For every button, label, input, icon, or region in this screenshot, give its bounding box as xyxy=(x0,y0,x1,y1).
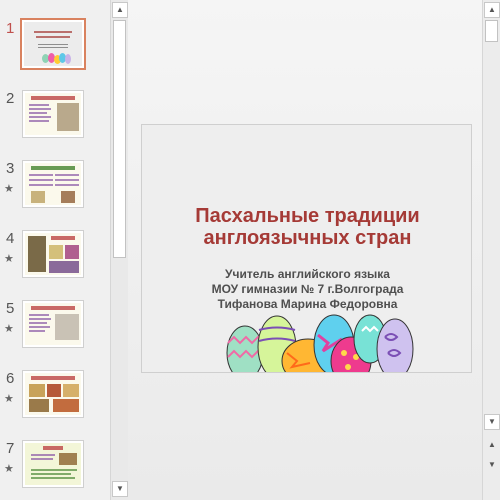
slide-thumbnail-preview[interactable] xyxy=(22,160,84,208)
slide-thumbnail-6[interactable]: 6 ★ xyxy=(0,370,110,426)
star-icon: ★ xyxy=(4,323,14,335)
editor-scrollbar[interactable]: ▲ ▼ ▲ ▼ xyxy=(482,0,500,500)
next-slide-button[interactable]: ▼ xyxy=(484,458,500,474)
slide-number: 5 xyxy=(6,300,15,317)
slide-thumbnail-2[interactable]: 2 xyxy=(0,90,110,146)
easter-eggs-illustration xyxy=(226,314,414,372)
star-icon: ★ xyxy=(4,253,14,265)
slide-thumbnail-3[interactable]: 3 ★ xyxy=(0,160,110,216)
slide-number: 3 xyxy=(6,160,15,177)
slide-thumbnail-preview[interactable] xyxy=(22,300,84,348)
slide-thumbnail-7[interactable]: 7 ★ xyxy=(0,440,110,496)
slide-thumbnail-1[interactable]: 1 xyxy=(0,18,110,76)
slide-number: 4 xyxy=(6,230,15,247)
slide-thumbnail-4[interactable]: 4 ★ xyxy=(0,230,110,286)
star-icon: ★ xyxy=(4,393,14,405)
slide-number: 7 xyxy=(6,440,15,457)
slide-thumbnail-5[interactable]: 5 ★ xyxy=(0,300,110,356)
scroll-down-button[interactable]: ▼ xyxy=(112,481,128,497)
thumbnail-scrollbar[interactable]: ▲ ▼ xyxy=(110,0,128,500)
scroll-up-button[interactable]: ▲ xyxy=(484,2,500,18)
slide-thumbnail-preview[interactable] xyxy=(22,440,84,488)
egg-lavender xyxy=(376,318,414,372)
scroll-down-button[interactable]: ▼ xyxy=(484,414,500,430)
scrollbar-thumb[interactable] xyxy=(485,20,498,42)
slide-editing-area: Пасхальные традиции англоязычных стран У… xyxy=(128,0,482,500)
slide-thumbnail-preview[interactable] xyxy=(22,370,84,418)
scrollbar-thumb[interactable] xyxy=(113,20,126,258)
slide-thumbnail-preview[interactable] xyxy=(20,18,86,70)
slide-number: 6 xyxy=(6,370,15,387)
current-slide[interactable]: Пасхальные традиции англоязычных стран У… xyxy=(141,124,472,373)
slide-thumbnail-preview[interactable] xyxy=(22,230,84,278)
star-icon: ★ xyxy=(4,183,14,195)
scroll-up-button[interactable]: ▲ xyxy=(112,2,128,18)
star-icon: ★ xyxy=(4,463,14,475)
previous-slide-button[interactable]: ▲ xyxy=(484,438,500,454)
slide-thumbnail-pane: 1 2 3 ★ 4 ★ 5 ★ 6 ★ 7 ★ xyxy=(0,0,110,500)
slide-thumbnail-preview[interactable] xyxy=(22,90,84,138)
slide-number: 1 xyxy=(6,20,15,37)
slide-number: 2 xyxy=(6,90,15,107)
